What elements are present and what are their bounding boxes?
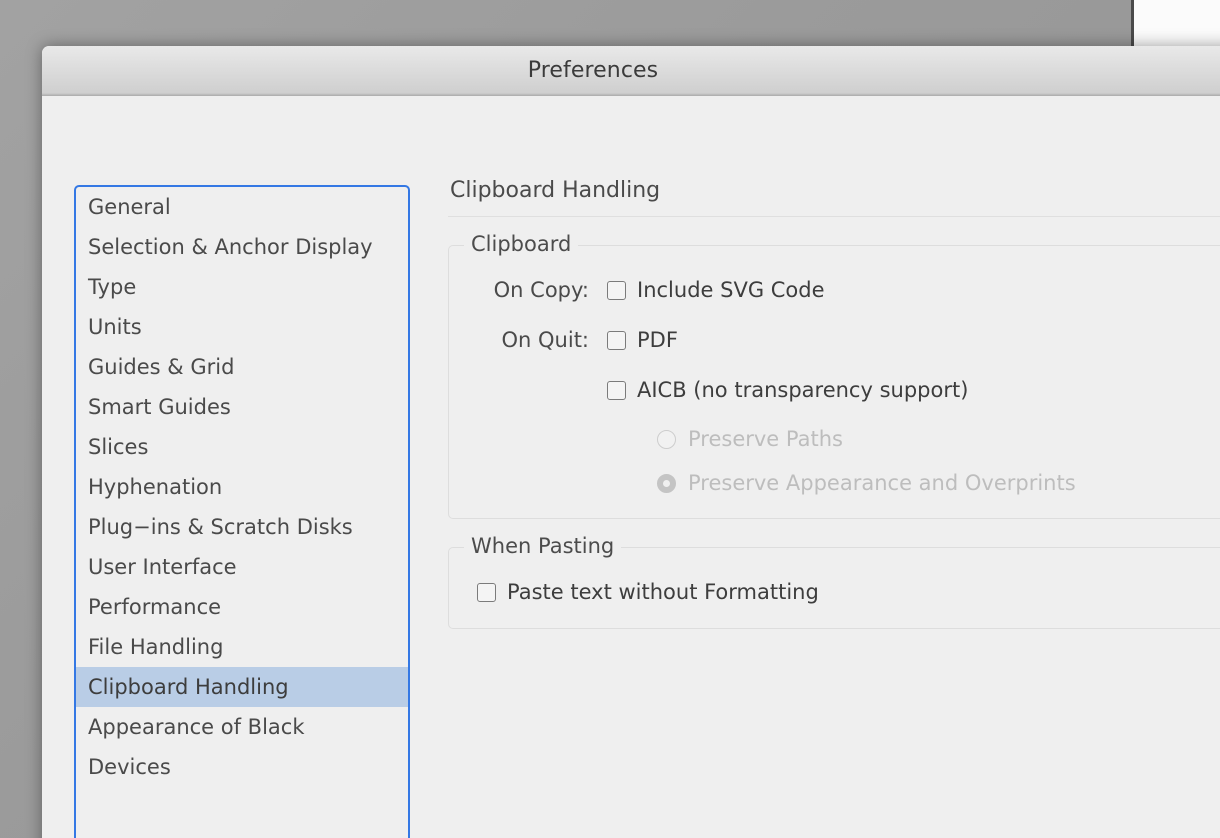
sidebar-item-smart-guides[interactable]: Smart Guides xyxy=(76,387,408,427)
sidebar-item-clipboard-handling[interactable]: Clipboard Handling xyxy=(76,667,408,707)
on-copy-label: On Copy: xyxy=(493,278,589,302)
sidebar-item-type[interactable]: Type xyxy=(76,267,408,307)
paste-text-without-formatting-label[interactable]: Paste text without Formatting xyxy=(507,580,819,604)
dialog-titlebar[interactable]: Preferences xyxy=(42,46,1220,96)
dialog-body: General Selection & Anchor Display Type … xyxy=(42,96,1220,838)
clipboard-group-legend: Clipboard xyxy=(464,232,579,256)
preserve-appearance-row: Preserve Appearance and Overprints xyxy=(449,466,1220,500)
preserve-paths-radio[interactable] xyxy=(657,429,676,449)
preferences-category-list[interactable]: General Selection & Anchor Display Type … xyxy=(74,185,410,838)
sidebar-item-label: Slices xyxy=(88,435,149,459)
sidebar-item-label: Guides & Grid xyxy=(88,355,235,379)
sidebar-item-label: Devices xyxy=(88,755,171,779)
preserve-appearance-radio[interactable] xyxy=(657,473,676,493)
sidebar-item-label: Appearance of Black xyxy=(88,715,305,739)
on-quit-row: On Quit: PDF xyxy=(449,322,1220,358)
clipboard-group: Clipboard On Copy: Include SVG Code On Q… xyxy=(448,232,1220,519)
sidebar-item-user-interface[interactable]: User Interface xyxy=(76,547,408,587)
preserve-paths-row: Preserve Paths xyxy=(449,422,1220,456)
paste-text-row: Paste text without Formatting xyxy=(449,574,1220,610)
preserve-paths-label[interactable]: Preserve Paths xyxy=(688,427,843,451)
sidebar-item-hyphenation[interactable]: Hyphenation xyxy=(76,467,408,507)
sidebar-item-label: Clipboard Handling xyxy=(88,675,289,699)
pane-title-divider xyxy=(448,216,1220,217)
sidebar-item-slices[interactable]: Slices xyxy=(76,427,408,467)
dialog-title: Preferences xyxy=(527,58,659,83)
include-svg-code-checkbox[interactable] xyxy=(607,280,626,300)
sidebar-item-label: Units xyxy=(88,315,142,339)
sidebar-item-label: Smart Guides xyxy=(88,395,231,419)
pdf-checkbox[interactable] xyxy=(607,330,626,350)
sidebar-item-label: General xyxy=(88,195,171,219)
sidebar-item-label: Selection & Anchor Display xyxy=(88,235,373,259)
sidebar-item-label: Performance xyxy=(88,595,222,619)
paste-text-without-formatting-checkbox[interactable] xyxy=(477,582,496,602)
screen: Preferences General Selection & Anchor D… xyxy=(0,0,1220,838)
sidebar-item-label: User Interface xyxy=(88,555,237,579)
aicb-row: AICB (no transparency support) xyxy=(449,372,1220,408)
sidebar-item-guides-grid[interactable]: Guides & Grid xyxy=(76,347,408,387)
sidebar-item-general[interactable]: General xyxy=(76,187,408,227)
sidebar-item-file-handling[interactable]: File Handling xyxy=(76,627,408,667)
aicb-checkbox[interactable] xyxy=(607,380,626,400)
sidebar-item-label: Type xyxy=(88,275,137,299)
sidebar-item-label: File Handling xyxy=(88,635,224,659)
preferences-main-pane: Clipboard Handling Clipboard On Copy: In… xyxy=(448,176,1220,838)
pdf-label[interactable]: PDF xyxy=(637,328,678,352)
page-title: Clipboard Handling xyxy=(450,178,661,203)
sidebar-item-label: Hyphenation xyxy=(88,475,223,499)
on-quit-label: On Quit: xyxy=(501,328,590,352)
preferences-dialog: Preferences General Selection & Anchor D… xyxy=(42,46,1220,838)
clipboard-group-content: On Copy: Include SVG Code On Quit: PDF A… xyxy=(449,246,1220,518)
sidebar-item-devices[interactable]: Devices xyxy=(76,747,408,787)
sidebar-item-units[interactable]: Units xyxy=(76,307,408,347)
preserve-appearance-label[interactable]: Preserve Appearance and Overprints xyxy=(688,471,1076,495)
on-copy-row: On Copy: Include SVG Code xyxy=(449,272,1220,308)
when-pasting-group: When Pasting Paste text without Formatti… xyxy=(448,534,1220,629)
desktop-background-white-panel xyxy=(1134,0,1220,46)
include-svg-code-label[interactable]: Include SVG Code xyxy=(637,278,825,302)
when-pasting-group-content: Paste text without Formatting xyxy=(449,548,1220,628)
when-pasting-group-legend: When Pasting xyxy=(464,534,622,558)
aicb-label[interactable]: AICB (no transparency support) xyxy=(637,378,968,402)
sidebar-item-label: Plug−ins & Scratch Disks xyxy=(88,515,353,539)
sidebar-item-appearance-of-black[interactable]: Appearance of Black xyxy=(76,707,408,747)
sidebar-item-selection-anchor-display[interactable]: Selection & Anchor Display xyxy=(76,227,408,267)
sidebar-item-performance[interactable]: Performance xyxy=(76,587,408,627)
sidebar-item-plugins-scratch-disks[interactable]: Plug−ins & Scratch Disks xyxy=(76,507,408,547)
